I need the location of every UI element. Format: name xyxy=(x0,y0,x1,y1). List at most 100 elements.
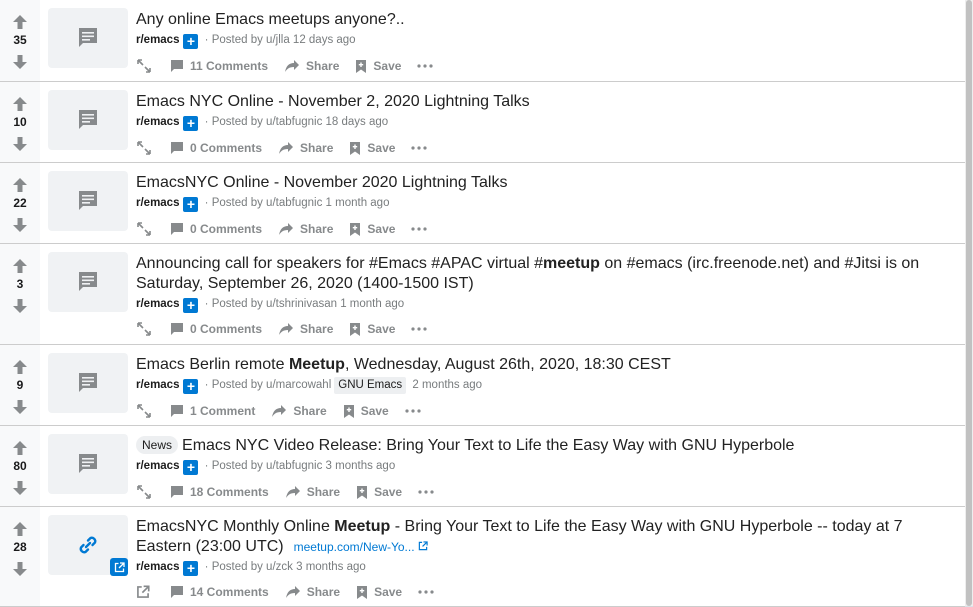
post-card[interactable]: 22 EmacsNYC Online - November 2020 Light… xyxy=(0,163,965,244)
join-subreddit-button[interactable]: + xyxy=(183,460,199,475)
post-card[interactable]: 80 News Emacs NYC Video Release: Bring Yo… xyxy=(0,426,965,507)
expand-icon[interactable] xyxy=(136,484,156,500)
comments-button[interactable]: 0 Comments xyxy=(170,222,262,236)
posted-by[interactable]: Posted by u/tabfugnic xyxy=(212,460,323,472)
more-options-button[interactable] xyxy=(418,490,434,494)
subreddit-link[interactable]: r/emacs xyxy=(136,379,179,391)
subreddit-link[interactable]: r/emacs xyxy=(136,197,179,209)
post-title[interactable]: Any online Emacs meetups anyone?.. xyxy=(136,10,959,30)
join-subreddit-button[interactable]: + xyxy=(183,197,199,212)
downvote-arrow-icon[interactable] xyxy=(10,52,30,72)
more-options-button[interactable] xyxy=(411,146,428,150)
text-post-thumbnail[interactable] xyxy=(48,171,128,231)
post-title[interactable]: Announcing call for speakers for #Emacs … xyxy=(136,254,959,294)
external-link-button[interactable] xyxy=(136,585,156,599)
share-button[interactable]: Share xyxy=(284,59,339,73)
post-card[interactable]: 9 Emacs Berlin remote Meetup, Wednesday,… xyxy=(0,345,965,426)
comments-button[interactable]: 18 Comments xyxy=(170,485,269,499)
join-subreddit-button[interactable]: + xyxy=(183,561,199,576)
join-subreddit-button[interactable]: + xyxy=(183,116,199,131)
scrollbar-thumb[interactable] xyxy=(966,0,972,606)
external-link-icon[interactable] xyxy=(110,558,128,576)
post-card[interactable]: 10 Emacs NYC Online - November 2, 2020 L… xyxy=(0,82,965,163)
save-button[interactable]: Save xyxy=(343,404,389,419)
more-options-button[interactable] xyxy=(417,64,434,68)
upvote-arrow-icon[interactable] xyxy=(10,357,30,377)
save-button[interactable]: Save xyxy=(356,485,402,500)
comments-button[interactable]: 1 Comment xyxy=(170,404,255,418)
downvote-arrow-icon[interactable] xyxy=(10,296,30,316)
subreddit-link[interactable]: r/emacs xyxy=(136,460,179,472)
text-post-thumbnail[interactable] xyxy=(48,434,128,494)
posted-by[interactable]: Posted by u/tshrinivasan xyxy=(212,298,337,310)
comments-button[interactable]: 11 Comments xyxy=(170,59,268,73)
expand-icon[interactable] xyxy=(136,221,156,237)
downvote-arrow-icon[interactable] xyxy=(10,215,30,235)
link-domain[interactable]: meetup.com/New-Yo... xyxy=(294,540,428,554)
upvote-arrow-icon[interactable] xyxy=(10,12,30,32)
post-age[interactable]: 3 months ago xyxy=(326,460,396,472)
post-age[interactable]: 1 month ago xyxy=(326,197,390,209)
downvote-arrow-icon[interactable] xyxy=(10,134,30,154)
downvote-arrow-icon[interactable] xyxy=(10,397,30,417)
upvote-arrow-icon[interactable] xyxy=(10,94,30,114)
post-card[interactable]: 35 Any online Emacs meetups anyone?.. r/… xyxy=(0,0,965,82)
text-post-thumbnail[interactable] xyxy=(48,8,128,68)
save-button[interactable]: Save xyxy=(349,322,395,337)
join-subreddit-button[interactable]: + xyxy=(183,298,199,313)
share-button[interactable]: Share xyxy=(278,322,333,336)
scrollbar[interactable] xyxy=(965,0,973,606)
posted-by[interactable]: Posted by u/tabfugnic xyxy=(212,197,323,209)
save-button[interactable]: Save xyxy=(355,59,401,74)
more-options-button[interactable] xyxy=(418,590,434,594)
upvote-arrow-icon[interactable] xyxy=(10,519,30,539)
expand-icon[interactable] xyxy=(136,140,156,156)
post-age[interactable]: 18 days ago xyxy=(326,116,389,128)
post-title[interactable]: Emacs Berlin remote Meetup, Wednesday, A… xyxy=(136,355,959,375)
subreddit-link[interactable]: r/emacs xyxy=(136,116,179,128)
join-subreddit-button[interactable]: + xyxy=(183,379,199,394)
text-post-thumbnail[interactable] xyxy=(48,252,128,312)
comments-button[interactable]: 14 Comments xyxy=(170,585,269,599)
share-button[interactable]: Share xyxy=(285,585,340,599)
more-options-button[interactable] xyxy=(411,327,428,331)
text-post-thumbnail[interactable] xyxy=(48,353,128,413)
expand-icon[interactable] xyxy=(136,58,156,74)
expand-icon[interactable] xyxy=(136,321,156,337)
expand-icon[interactable] xyxy=(136,403,156,419)
upvote-arrow-icon[interactable] xyxy=(10,175,30,195)
post-title[interactable]: EmacsNYC Online - November 2020 Lightnin… xyxy=(136,173,959,193)
post-age[interactable]: 12 days ago xyxy=(293,34,356,46)
post-age[interactable]: 3 months ago xyxy=(296,561,366,573)
posted-by[interactable]: Posted by u/marcowahl xyxy=(212,379,332,391)
upvote-arrow-icon[interactable] xyxy=(10,256,30,276)
post-card[interactable]: 28 EmacsNYC Monthly Online Meetup - Brin… xyxy=(0,507,965,607)
post-title[interactable]: News Emacs NYC Video Release: Bring Your … xyxy=(136,436,959,456)
upvote-arrow-icon[interactable] xyxy=(10,438,30,458)
post-card[interactable]: 3 Announcing call for speakers for #Emac… xyxy=(0,244,965,345)
post-flair[interactable]: News xyxy=(136,436,179,454)
subreddit-link[interactable]: r/emacs xyxy=(136,34,179,46)
comments-button[interactable]: 0 Comments xyxy=(170,322,262,336)
save-button[interactable]: Save xyxy=(349,222,395,237)
posted-by[interactable]: Posted by u/jlla xyxy=(212,34,290,46)
text-post-thumbnail[interactable] xyxy=(48,90,128,150)
save-button[interactable]: Save xyxy=(349,141,395,156)
save-button[interactable]: Save xyxy=(356,585,402,600)
downvote-arrow-icon[interactable] xyxy=(10,559,30,579)
link-post-thumbnail[interactable] xyxy=(48,515,128,576)
share-button[interactable]: Share xyxy=(278,222,333,236)
share-button[interactable]: Share xyxy=(278,141,333,155)
post-age[interactable]: 2 months ago xyxy=(412,379,482,391)
post-title[interactable]: Emacs NYC Online - November 2, 2020 Ligh… xyxy=(136,92,959,112)
post-age[interactable]: 1 month ago xyxy=(340,298,404,310)
share-button[interactable]: Share xyxy=(285,485,340,499)
more-options-button[interactable] xyxy=(411,227,428,231)
posted-by[interactable]: Posted by u/tabfugnic xyxy=(212,116,323,128)
join-subreddit-button[interactable]: + xyxy=(183,34,199,49)
downvote-arrow-icon[interactable] xyxy=(10,478,30,498)
more-options-button[interactable] xyxy=(405,409,421,413)
post-title[interactable]: EmacsNYC Monthly Online Meetup - Bring Y… xyxy=(136,517,959,557)
subreddit-link[interactable]: r/emacs xyxy=(136,561,179,573)
comments-button[interactable]: 0 Comments xyxy=(170,141,262,155)
